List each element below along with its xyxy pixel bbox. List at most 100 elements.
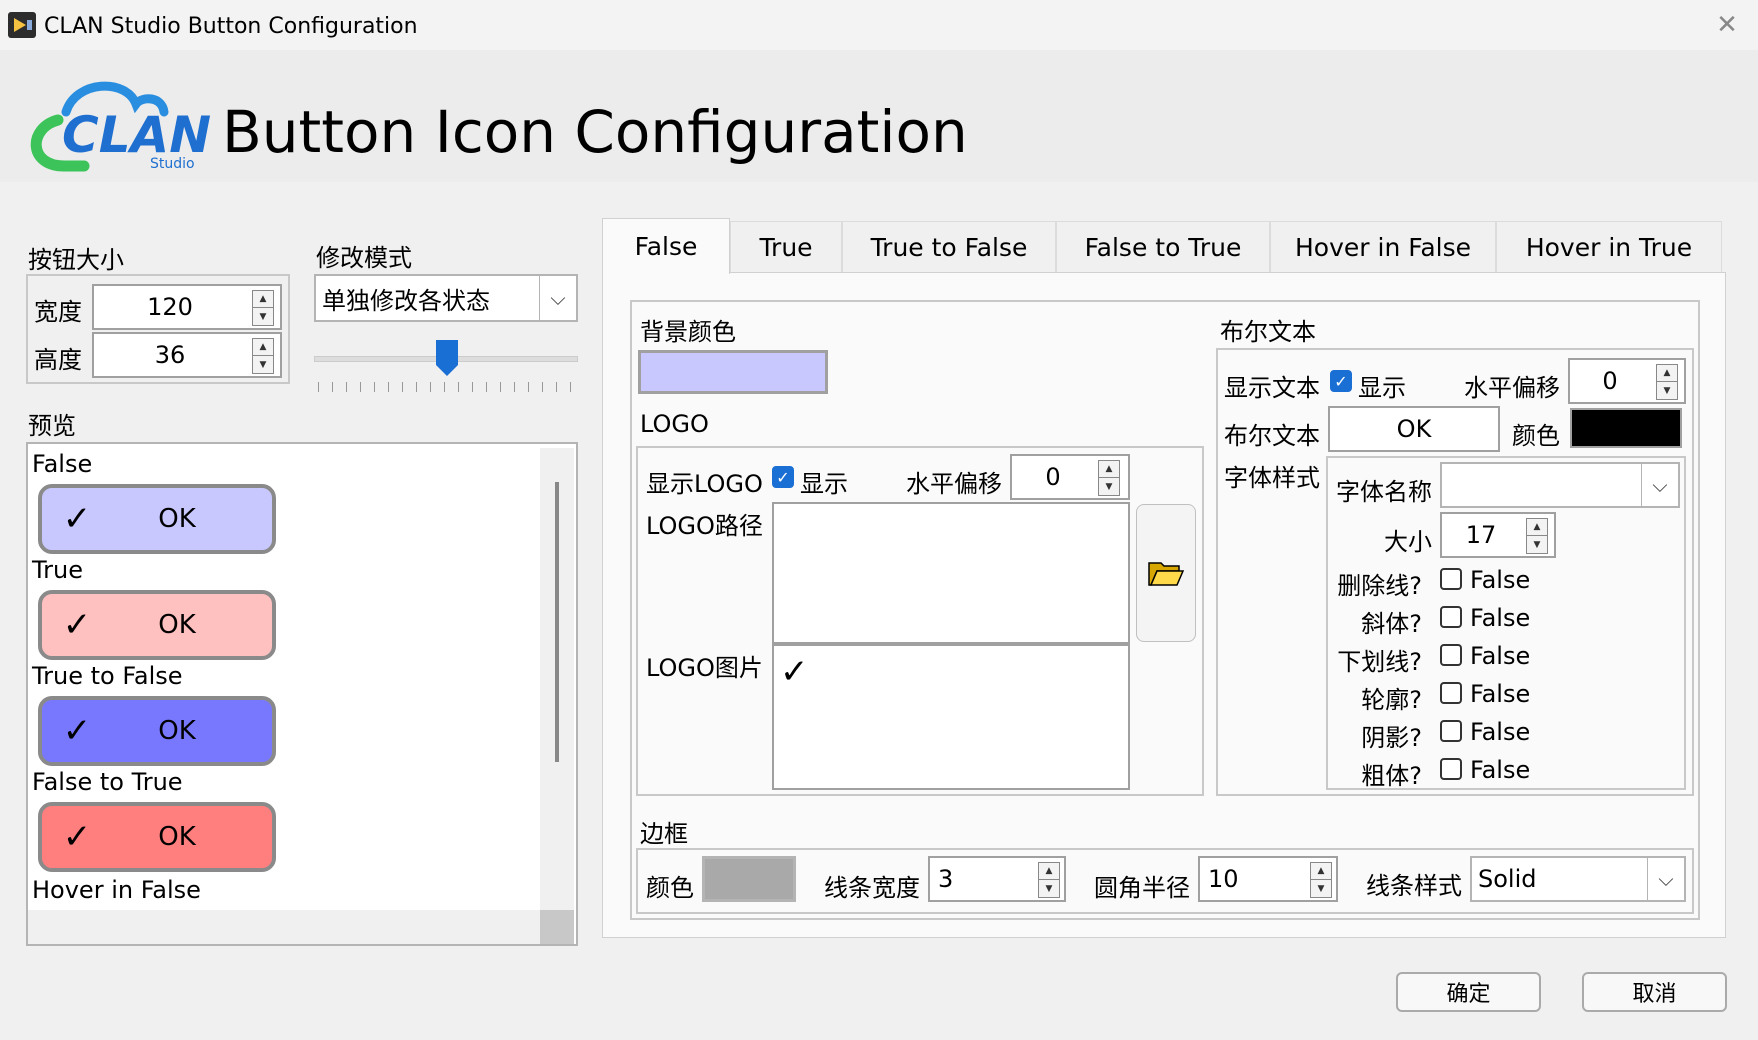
logo-section-label: LOGO — [640, 410, 709, 438]
width-spinner[interactable]: ▲ ▼ — [252, 290, 274, 326]
font-option-checkbox[interactable] — [1440, 568, 1462, 590]
font-option-checkbox[interactable] — [1440, 720, 1462, 742]
tab-true[interactable]: True — [730, 221, 842, 273]
logo-image-preview: ✓ — [780, 652, 809, 692]
preview-button-text: OK — [158, 610, 196, 640]
mode-slider-thumb[interactable] — [435, 339, 459, 377]
preview-button: ✓ OK — [38, 802, 276, 872]
app-icon — [8, 12, 36, 38]
tab-false[interactable]: False — [602, 218, 730, 274]
font-option-checkbox[interactable] — [1440, 644, 1462, 666]
font-style-label: 字体样式 — [1224, 464, 1320, 492]
logo-image-box[interactable]: ✓ — [772, 644, 1130, 790]
spin-up-icon[interactable]: ▲ — [1311, 863, 1331, 880]
mode-label: 修改模式 — [316, 244, 412, 272]
font-option-checkbox[interactable] — [1440, 606, 1462, 628]
spin-up-icon[interactable]: ▲ — [253, 339, 273, 356]
tab-hover-in-false[interactable]: Hover in False — [1270, 221, 1496, 273]
spin-down-icon[interactable]: ▼ — [1099, 478, 1119, 495]
spin-up-icon[interactable]: ▲ — [253, 291, 273, 308]
spin-down-icon[interactable]: ▼ — [253, 356, 273, 373]
font-size-label: 大小 — [1384, 528, 1432, 556]
font-option-label: 轮廓? — [1361, 686, 1422, 714]
mode-slider-track[interactable] — [314, 340, 578, 376]
bool-text-section-label: 布尔文本 — [1220, 318, 1316, 346]
text-color-swatch[interactable] — [1570, 408, 1682, 448]
preview-button-text: OK — [158, 716, 196, 746]
font-option-label: 粗体? — [1361, 762, 1422, 790]
ok-button[interactable]: 确定 — [1396, 972, 1541, 1012]
bg-color-label: 背景颜色 — [640, 318, 736, 346]
font-option-label: 斜体? — [1361, 610, 1422, 638]
logo-image-label: LOGO图片 — [646, 654, 763, 682]
font-option-value: False — [1470, 566, 1531, 594]
show-logo-label: 显示LOGO — [646, 470, 763, 498]
chevron-down-icon: ⌵ — [1647, 858, 1684, 900]
font-option-value: False — [1470, 680, 1531, 708]
spin-down-icon[interactable]: ▼ — [1527, 536, 1547, 553]
show-logo-checkbox[interactable]: ✓ — [772, 466, 794, 488]
tab-hover-in-true[interactable]: Hover in True — [1496, 221, 1722, 273]
show-text-checkbox[interactable]: ✓ — [1330, 370, 1352, 392]
text-offset-label: 水平偏移 — [1464, 374, 1560, 402]
font-name-select[interactable]: ⌵ — [1440, 462, 1680, 508]
show-text-label: 显示文本 — [1224, 374, 1320, 402]
font-option-label: 阴影? — [1361, 724, 1422, 752]
size-section-label: 按钮大小 — [28, 246, 124, 274]
bool-text-label: 布尔文本 — [1224, 422, 1320, 450]
corner-radius-spinner[interactable]: ▲ ▼ — [1310, 862, 1332, 898]
border-width-label: 线条宽度 — [824, 874, 920, 902]
font-size-spinner[interactable]: ▲ ▼ — [1526, 518, 1548, 554]
preview-button: ✓ OK — [38, 590, 276, 660]
spin-down-icon[interactable]: ▼ — [1039, 880, 1059, 897]
corner-radius-label: 圆角半径 — [1094, 874, 1190, 902]
mode-select-value: 单独修改各状态 — [322, 286, 490, 315]
preview-hscrollbar[interactable] — [28, 910, 540, 944]
font-option-value: False — [1470, 718, 1531, 746]
bg-color-swatch[interactable] — [638, 350, 828, 394]
line-style-select[interactable]: Solid ⌵ — [1470, 856, 1686, 902]
border-section-label: 边框 — [640, 820, 688, 848]
check-icon: ✓ — [62, 499, 92, 539]
text-color-label: 颜色 — [1512, 422, 1560, 450]
tab-true-to-false[interactable]: True to False — [842, 221, 1056, 273]
border-color-swatch[interactable] — [702, 856, 796, 902]
preview-button: ✓ OK — [38, 696, 276, 766]
browse-logo-button[interactable] — [1136, 504, 1196, 642]
window-title: CLAN Studio Button Configuration — [44, 14, 418, 39]
logo-path-label: LOGO路径 — [646, 512, 763, 540]
spin-down-icon[interactable]: ▼ — [253, 308, 273, 325]
spin-up-icon[interactable]: ▲ — [1657, 365, 1677, 382]
spin-up-icon[interactable]: ▲ — [1039, 863, 1059, 880]
height-spinner[interactable]: ▲ ▼ — [252, 338, 274, 374]
text-offset-spinner[interactable]: ▲ ▼ — [1656, 364, 1678, 400]
logo-path-input[interactable] — [772, 502, 1130, 644]
show-text-check-label: 显示 — [1358, 374, 1406, 402]
cancel-button[interactable]: 取消 — [1582, 972, 1727, 1012]
font-option-label: 删除线? — [1337, 572, 1422, 600]
mode-select[interactable]: 单独修改各状态 ⌵ — [314, 274, 578, 322]
font-option-value: False — [1470, 604, 1531, 632]
logo-offset-spinner[interactable]: ▲ ▼ — [1098, 460, 1120, 496]
close-icon[interactable]: ✕ — [1712, 10, 1742, 40]
spin-up-icon[interactable]: ▲ — [1099, 461, 1119, 478]
folder-open-icon — [1148, 562, 1185, 586]
spin-up-icon[interactable]: ▲ — [1527, 519, 1547, 536]
preview-item-label: True to False — [32, 662, 183, 690]
tab-false-to-true[interactable]: False to True — [1056, 221, 1270, 273]
preview-item-label: False — [32, 450, 93, 478]
scrollbar-thumb[interactable] — [555, 482, 559, 762]
bool-text-input[interactable]: OK — [1328, 406, 1500, 452]
font-option-checkbox[interactable] — [1440, 758, 1462, 780]
spin-down-icon[interactable]: ▼ — [1311, 880, 1331, 897]
font-option-checkbox[interactable] — [1440, 682, 1462, 704]
preview-item-label: False to True — [32, 768, 183, 796]
font-option-value: False — [1470, 642, 1531, 670]
mode-slider-ticks — [318, 382, 574, 392]
border-width-spinner[interactable]: ▲ ▼ — [1038, 862, 1060, 898]
spin-down-icon[interactable]: ▼ — [1657, 382, 1677, 399]
border-color-label: 颜色 — [646, 874, 694, 902]
preview-scrollbar[interactable] — [540, 448, 574, 910]
logo-subtext: Studio — [150, 156, 195, 172]
line-style-value: Solid — [1478, 865, 1537, 893]
